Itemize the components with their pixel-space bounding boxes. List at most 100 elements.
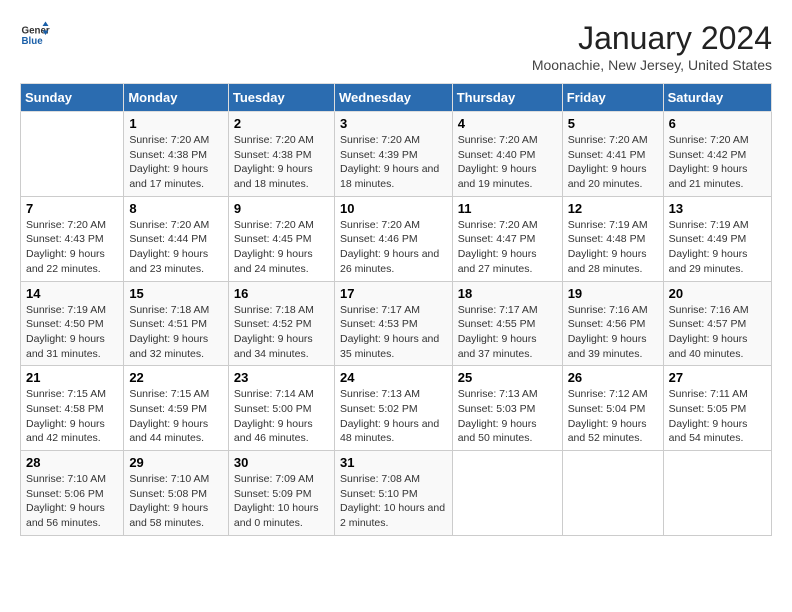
calendar-cell: 9 Sunrise: 7:20 AMSunset: 4:45 PMDayligh… [228,196,334,281]
header-friday: Friday [562,84,663,112]
day-info: Sunrise: 7:19 AMSunset: 4:49 PMDaylight:… [669,218,766,277]
day-number: 8 [129,201,223,216]
calendar-week-row: 7 Sunrise: 7:20 AMSunset: 4:43 PMDayligh… [21,196,772,281]
day-info: Sunrise: 7:16 AMSunset: 4:56 PMDaylight:… [568,303,658,362]
day-number: 20 [669,286,766,301]
day-number: 23 [234,370,329,385]
calendar-subtitle: Moonachie, New Jersey, United States [532,57,772,73]
day-info: Sunrise: 7:13 AMSunset: 5:02 PMDaylight:… [340,387,447,446]
day-info: Sunrise: 7:20 AMSunset: 4:41 PMDaylight:… [568,133,658,192]
calendar-cell: 14 Sunrise: 7:19 AMSunset: 4:50 PMDaylig… [21,281,124,366]
calendar-cell [663,451,771,536]
day-info: Sunrise: 7:18 AMSunset: 4:52 PMDaylight:… [234,303,329,362]
day-info: Sunrise: 7:19 AMSunset: 4:50 PMDaylight:… [26,303,118,362]
calendar-week-row: 14 Sunrise: 7:19 AMSunset: 4:50 PMDaylig… [21,281,772,366]
header-sunday: Sunday [21,84,124,112]
day-info: Sunrise: 7:15 AMSunset: 4:59 PMDaylight:… [129,387,223,446]
day-info: Sunrise: 7:20 AMSunset: 4:43 PMDaylight:… [26,218,118,277]
calendar-cell: 4 Sunrise: 7:20 AMSunset: 4:40 PMDayligh… [452,112,562,197]
header-wednesday: Wednesday [334,84,452,112]
calendar-cell [452,451,562,536]
calendar-cell [562,451,663,536]
calendar-cell: 19 Sunrise: 7:16 AMSunset: 4:56 PMDaylig… [562,281,663,366]
day-number: 15 [129,286,223,301]
day-info: Sunrise: 7:11 AMSunset: 5:05 PMDaylight:… [669,387,766,446]
day-info: Sunrise: 7:20 AMSunset: 4:44 PMDaylight:… [129,218,223,277]
calendar-cell: 22 Sunrise: 7:15 AMSunset: 4:59 PMDaylig… [124,366,229,451]
day-info: Sunrise: 7:18 AMSunset: 4:51 PMDaylight:… [129,303,223,362]
header-saturday: Saturday [663,84,771,112]
day-number: 19 [568,286,658,301]
calendar-cell: 15 Sunrise: 7:18 AMSunset: 4:51 PMDaylig… [124,281,229,366]
day-number: 2 [234,116,329,131]
calendar-week-row: 21 Sunrise: 7:15 AMSunset: 4:58 PMDaylig… [21,366,772,451]
page-header: General Blue January 2024 Moonachie, New… [20,20,772,73]
calendar-cell: 25 Sunrise: 7:13 AMSunset: 5:03 PMDaylig… [452,366,562,451]
day-info: Sunrise: 7:09 AMSunset: 5:09 PMDaylight:… [234,472,329,531]
day-number: 29 [129,455,223,470]
day-number: 17 [340,286,447,301]
day-info: Sunrise: 7:20 AMSunset: 4:42 PMDaylight:… [669,133,766,192]
day-info: Sunrise: 7:19 AMSunset: 4:48 PMDaylight:… [568,218,658,277]
day-info: Sunrise: 7:14 AMSunset: 5:00 PMDaylight:… [234,387,329,446]
calendar-cell: 27 Sunrise: 7:11 AMSunset: 5:05 PMDaylig… [663,366,771,451]
day-number: 28 [26,455,118,470]
day-number: 14 [26,286,118,301]
day-number: 25 [458,370,557,385]
day-info: Sunrise: 7:20 AMSunset: 4:40 PMDaylight:… [458,133,557,192]
day-number: 11 [458,201,557,216]
calendar-cell: 28 Sunrise: 7:10 AMSunset: 5:06 PMDaylig… [21,451,124,536]
calendar-cell: 30 Sunrise: 7:09 AMSunset: 5:09 PMDaylig… [228,451,334,536]
day-number: 10 [340,201,447,216]
calendar-cell: 11 Sunrise: 7:20 AMSunset: 4:47 PMDaylig… [452,196,562,281]
calendar-cell: 8 Sunrise: 7:20 AMSunset: 4:44 PMDayligh… [124,196,229,281]
day-info: Sunrise: 7:10 AMSunset: 5:06 PMDaylight:… [26,472,118,531]
day-info: Sunrise: 7:13 AMSunset: 5:03 PMDaylight:… [458,387,557,446]
calendar-cell: 5 Sunrise: 7:20 AMSunset: 4:41 PMDayligh… [562,112,663,197]
day-info: Sunrise: 7:12 AMSunset: 5:04 PMDaylight:… [568,387,658,446]
svg-text:Blue: Blue [22,36,44,47]
day-info: Sunrise: 7:20 AMSunset: 4:47 PMDaylight:… [458,218,557,277]
calendar-cell: 10 Sunrise: 7:20 AMSunset: 4:46 PMDaylig… [334,196,452,281]
day-number: 9 [234,201,329,216]
day-number: 31 [340,455,447,470]
calendar-header-row: Sunday Monday Tuesday Wednesday Thursday… [21,84,772,112]
calendar-cell [21,112,124,197]
day-number: 5 [568,116,658,131]
calendar-cell: 21 Sunrise: 7:15 AMSunset: 4:58 PMDaylig… [21,366,124,451]
day-info: Sunrise: 7:17 AMSunset: 4:55 PMDaylight:… [458,303,557,362]
day-number: 1 [129,116,223,131]
day-info: Sunrise: 7:20 AMSunset: 4:38 PMDaylight:… [234,133,329,192]
day-number: 30 [234,455,329,470]
day-number: 7 [26,201,118,216]
calendar-cell: 13 Sunrise: 7:19 AMSunset: 4:49 PMDaylig… [663,196,771,281]
day-info: Sunrise: 7:20 AMSunset: 4:39 PMDaylight:… [340,133,447,192]
calendar-cell: 31 Sunrise: 7:08 AMSunset: 5:10 PMDaylig… [334,451,452,536]
calendar-cell: 26 Sunrise: 7:12 AMSunset: 5:04 PMDaylig… [562,366,663,451]
day-info: Sunrise: 7:20 AMSunset: 4:46 PMDaylight:… [340,218,447,277]
day-number: 4 [458,116,557,131]
day-number: 6 [669,116,766,131]
title-block: January 2024 Moonachie, New Jersey, Unit… [532,20,772,73]
calendar-cell: 7 Sunrise: 7:20 AMSunset: 4:43 PMDayligh… [21,196,124,281]
day-info: Sunrise: 7:17 AMSunset: 4:53 PMDaylight:… [340,303,447,362]
calendar-cell: 16 Sunrise: 7:18 AMSunset: 4:52 PMDaylig… [228,281,334,366]
calendar-cell: 12 Sunrise: 7:19 AMSunset: 4:48 PMDaylig… [562,196,663,281]
calendar-cell: 23 Sunrise: 7:14 AMSunset: 5:00 PMDaylig… [228,366,334,451]
day-number: 24 [340,370,447,385]
header-monday: Monday [124,84,229,112]
day-number: 13 [669,201,766,216]
day-number: 27 [669,370,766,385]
day-number: 22 [129,370,223,385]
calendar-cell: 3 Sunrise: 7:20 AMSunset: 4:39 PMDayligh… [334,112,452,197]
calendar-cell: 17 Sunrise: 7:17 AMSunset: 4:53 PMDaylig… [334,281,452,366]
day-number: 18 [458,286,557,301]
day-number: 12 [568,201,658,216]
day-number: 16 [234,286,329,301]
calendar-week-row: 28 Sunrise: 7:10 AMSunset: 5:06 PMDaylig… [21,451,772,536]
day-info: Sunrise: 7:10 AMSunset: 5:08 PMDaylight:… [129,472,223,531]
day-number: 3 [340,116,447,131]
calendar-table: Sunday Monday Tuesday Wednesday Thursday… [20,83,772,536]
header-thursday: Thursday [452,84,562,112]
day-info: Sunrise: 7:08 AMSunset: 5:10 PMDaylight:… [340,472,447,531]
